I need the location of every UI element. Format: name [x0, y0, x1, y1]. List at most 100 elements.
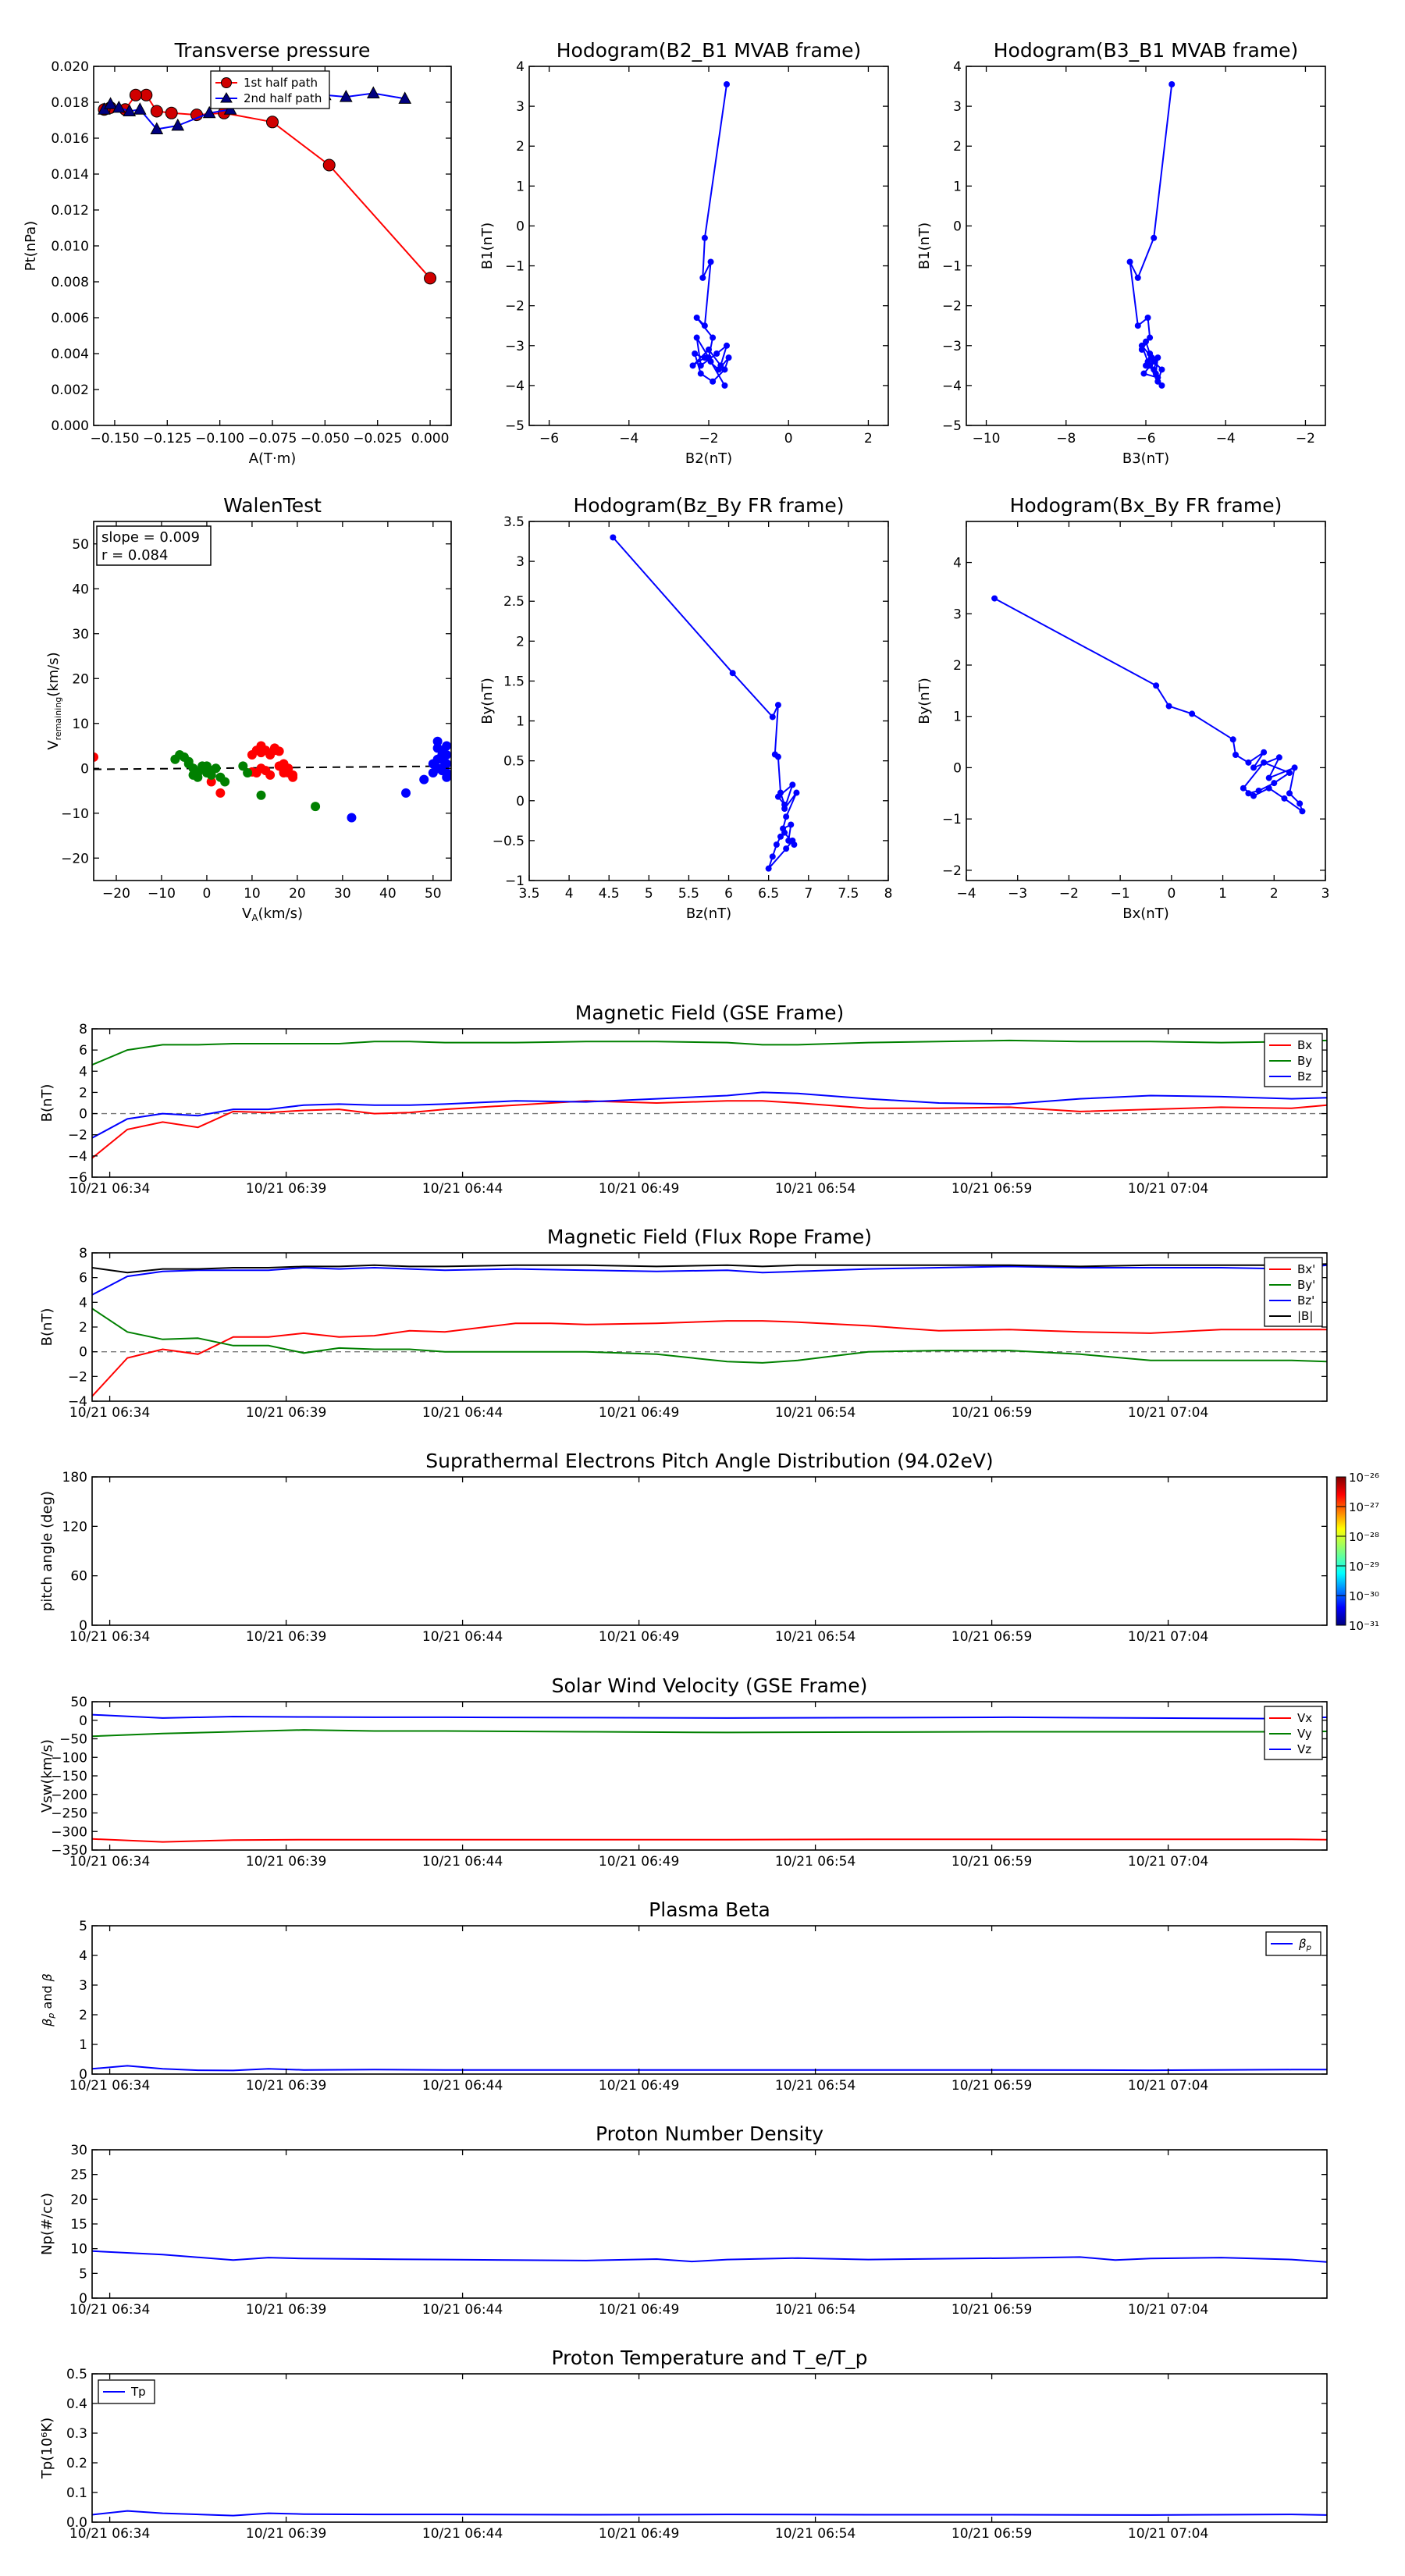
data-point [165, 106, 178, 119]
x-tick-label: −0.100 [195, 431, 244, 447]
y-tick-label: 1 [516, 179, 525, 194]
data-point [442, 741, 451, 751]
x-tick-label: −0.125 [143, 431, 192, 447]
y-tick-label: 3 [953, 607, 962, 622]
legend-label: Vx [1297, 1711, 1312, 1725]
y-tick-label: 1 [79, 2037, 87, 2053]
panel-np: Proton Number Density05101520253010/21 0… [39, 2122, 1328, 2318]
data-point [793, 789, 800, 796]
legend-label: |B| [1297, 1309, 1313, 1323]
x-tick-label: 3.5 [518, 886, 539, 902]
x-tick-label: 10/21 06:34 [69, 1405, 150, 1421]
y-tick-label: 20 [72, 671, 89, 687]
x-tick-label: 10/21 06:54 [775, 1181, 855, 1197]
y-axis-label: By(nT) [479, 678, 496, 724]
legend: Bx ByBz [1264, 1033, 1323, 1087]
data-point [1240, 785, 1247, 792]
y-tick-label: 0.5 [66, 2367, 87, 2382]
plot-frame [528, 66, 889, 426]
y-tick-label: 2 [79, 2008, 87, 2023]
y-tick-label: 0 [79, 1107, 87, 1123]
x-tick-label: 10/21 07:04 [1128, 2078, 1208, 2094]
y-tick-label: 5 [79, 1919, 87, 1934]
y-tick-label: 60 [70, 1569, 87, 1585]
series-line-tp [92, 2510, 1327, 2517]
data-point [220, 777, 230, 787]
annotation-r: r = 0.084 [101, 547, 168, 564]
y-tick-label: −4 [942, 379, 962, 394]
data-point [710, 378, 717, 385]
y-tick-label: −1 [942, 812, 962, 827]
data-point [689, 362, 696, 369]
y-tick-label: −3 [942, 339, 962, 354]
y-tick-label: 20 [70, 2192, 87, 2208]
y-tick-label: −100 [51, 1750, 87, 1766]
legend-marker [221, 77, 232, 88]
data-point [1153, 682, 1160, 689]
data-point [279, 759, 289, 769]
panel-pt: Transverse pressure 0.000 0.002 0.004 0.006 0… [23, 39, 452, 467]
y-tick-label: 8 [79, 1246, 87, 1261]
data-point [133, 102, 147, 115]
y-tick-label: 0.008 [51, 275, 89, 290]
data-point [322, 158, 336, 172]
data-point [1165, 703, 1172, 710]
data-point [266, 116, 279, 129]
data-point [1245, 759, 1252, 766]
y-tick-label: 6 [79, 1271, 87, 1286]
data-point [432, 743, 443, 753]
data-point [401, 788, 411, 798]
x-tick-label: 10/21 06:39 [246, 2302, 326, 2318]
chart-title: Proton Temperature and T_e/T_p [551, 2347, 867, 2369]
data-point [1275, 754, 1282, 761]
y-tick-label: 0 [516, 219, 525, 234]
y-tick-label: 2 [79, 1320, 87, 1336]
data-point [783, 813, 790, 820]
legend: Vx VyVz [1264, 1706, 1323, 1760]
x-tick-label: 10/21 06:49 [599, 1629, 679, 1645]
x-tick-label: −1 [1111, 886, 1130, 902]
figure-canvas: Transverse pressure 0.000 0.002 0.004 0.006 0… [23, 39, 1379, 2542]
y-tick-label: 0.016 [51, 131, 89, 147]
data-point [710, 334, 717, 341]
y-axis-label: Vsw(km/s) [39, 1739, 55, 1813]
x-tick-label: −20 [102, 886, 130, 902]
y-tick-label: 30 [72, 627, 89, 642]
y-tick-label: −3 [505, 339, 525, 354]
data-point [729, 670, 736, 677]
x-tick-label: 10 [244, 886, 261, 902]
y-tick-label: 0.000 [51, 418, 89, 434]
data-point [765, 865, 772, 872]
colorbar-label: 10⁻³¹ [1349, 1619, 1379, 1633]
y-tick-label: 10 [72, 717, 89, 732]
series-line-0 [612, 536, 798, 870]
x-tick-label: −4 [956, 886, 976, 902]
y-tick-label: 1 [953, 710, 962, 725]
data-point [774, 702, 781, 709]
y-tick-label: −50 [59, 1732, 87, 1748]
data-point [1151, 234, 1158, 241]
chart-title: Proton Number Density [596, 2122, 823, 2145]
x-tick-label: 0 [203, 886, 212, 902]
chart-title: WalenTest [223, 494, 322, 517]
y-axis-label: Vremaining(km/s) [45, 652, 63, 749]
data-point [725, 354, 732, 361]
data-point [129, 88, 142, 101]
x-tick-label: −0.050 [301, 431, 350, 447]
series-line-bz [92, 1091, 1327, 1139]
y-tick-label: 0.004 [51, 347, 89, 362]
data-point [774, 793, 781, 800]
x-tick-label: 7.5 [838, 886, 859, 902]
data-point [1138, 342, 1145, 349]
data-point [724, 81, 730, 87]
x-tick-label: 10/21 06:59 [951, 1854, 1032, 1870]
x-tick-label: 5 [645, 886, 653, 902]
x-tick-label: 10/21 06:59 [951, 2526, 1032, 2542]
data-point [140, 88, 153, 101]
x-tick-label: 10/21 07:04 [1128, 1405, 1208, 1421]
colorbar-gradient [1336, 1476, 1346, 1626]
y-tick-label: −300 [51, 1824, 87, 1840]
x-tick-label: 40 [379, 886, 397, 902]
x-tick-label: 10/21 06:44 [422, 2078, 503, 2094]
data-point [701, 234, 708, 241]
